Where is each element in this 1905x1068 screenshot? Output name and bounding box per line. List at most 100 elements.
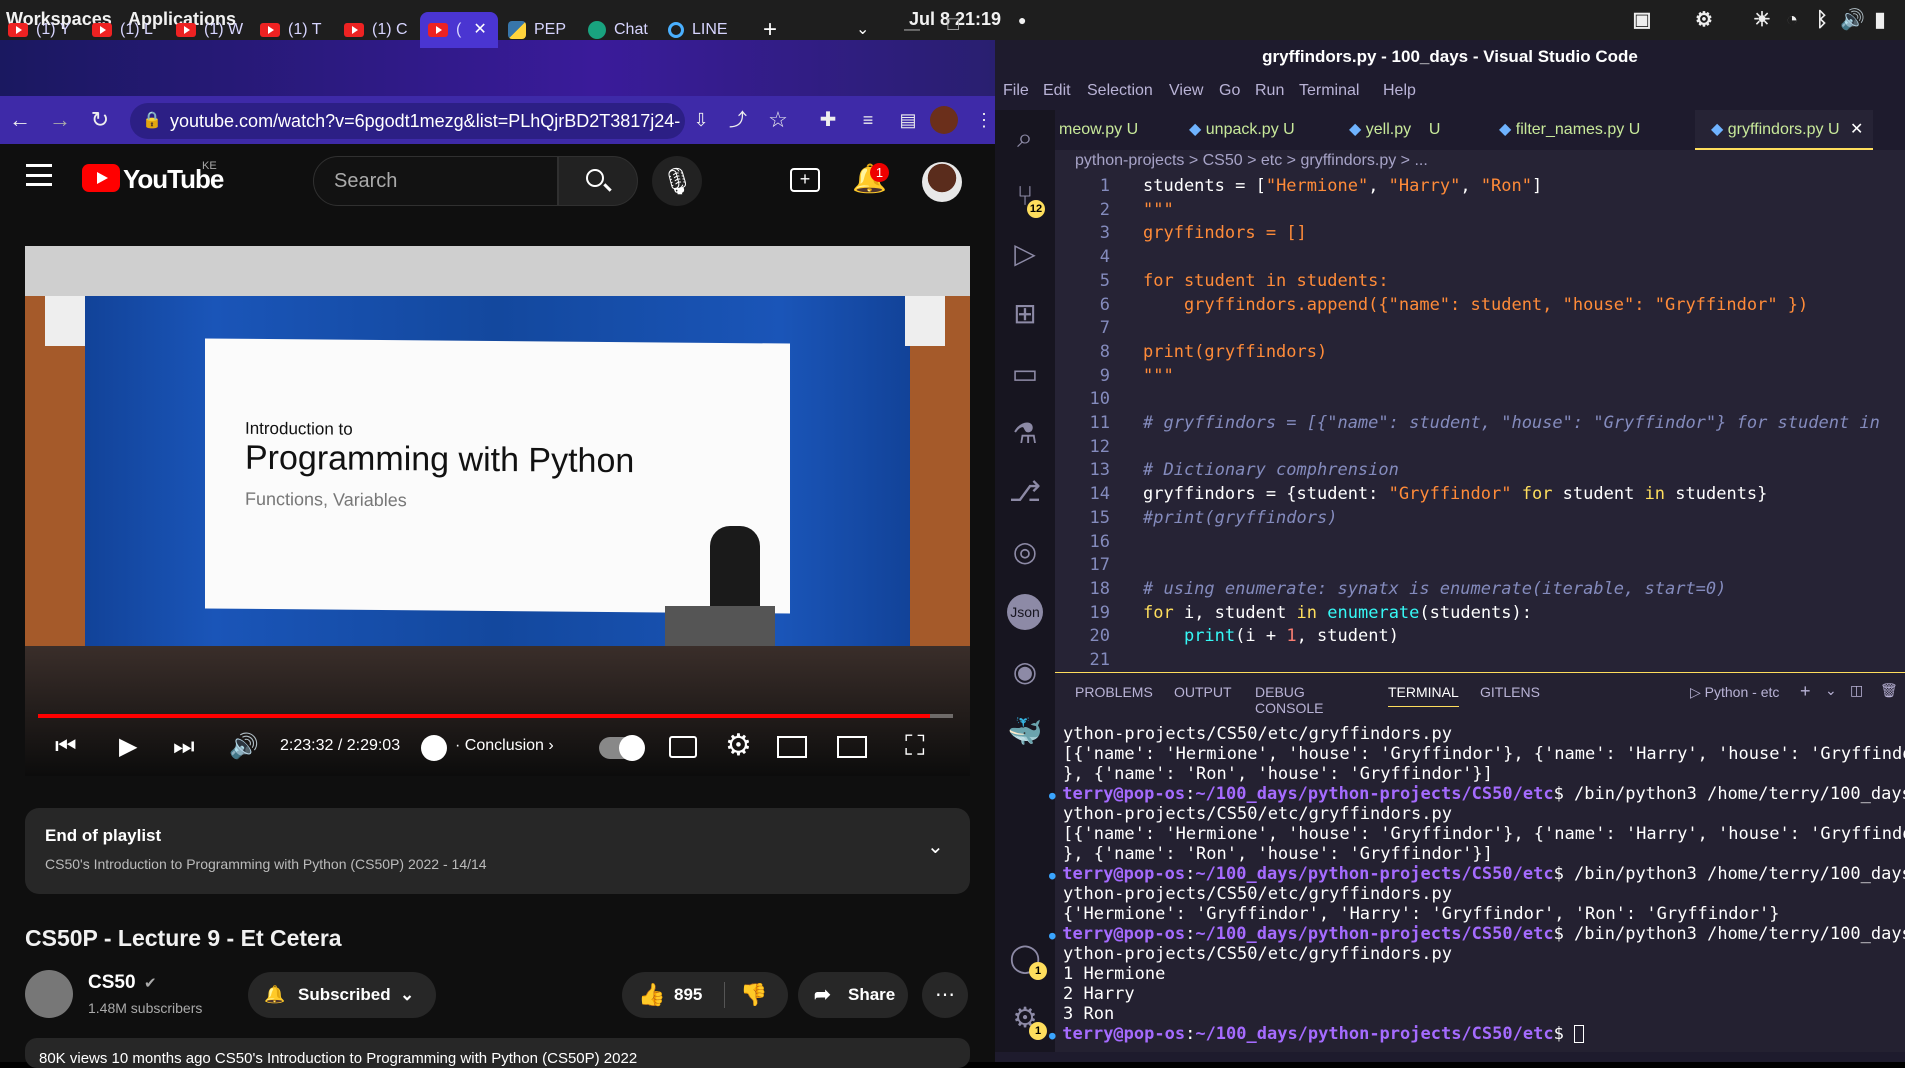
- tab-search-icon[interactable]: ⌄: [856, 12, 882, 48]
- terminal-output[interactable]: ython-projects/CS50/etc/gryffindors.py[{…: [1049, 724, 1905, 1044]
- trash-icon[interactable]: 🗑: [1880, 682, 1898, 699]
- tab-problems[interactable]: PROBLEMS: [1075, 684, 1153, 700]
- reload-icon[interactable]: ↻: [84, 104, 116, 136]
- code-line[interactable]: print(i + 1, student): [1143, 626, 1399, 646]
- menu-selection[interactable]: Selection: [1087, 82, 1153, 100]
- minimize-icon[interactable]: —: [904, 12, 928, 48]
- menu-view[interactable]: View: [1169, 82, 1203, 100]
- menu-edit[interactable]: Edit: [1043, 82, 1071, 100]
- back-icon[interactable]: ←: [4, 104, 36, 136]
- like-count[interactable]: 895: [674, 972, 702, 1018]
- close-tab-icon[interactable]: ✕: [1850, 121, 1863, 138]
- theater-mode-icon[interactable]: [837, 736, 867, 758]
- profile-avatar[interactable]: [930, 106, 958, 134]
- code-line[interactable]: # using enumerate: synatx is enumerate(i…: [1143, 579, 1726, 599]
- volume-icon[interactable]: 🔊: [229, 732, 259, 761]
- code-line[interactable]: #print(gryffindors): [1143, 508, 1337, 528]
- hamburger-menu-icon[interactable]: [26, 164, 52, 186]
- previous-icon[interactable]: ⏮: [55, 733, 77, 761]
- gitlens-icon[interactable]: ◎: [1007, 534, 1043, 570]
- browser-tab[interactable]: (1) T: [260, 12, 336, 48]
- miniplayer-icon[interactable]: [777, 736, 807, 758]
- browser-tab-active[interactable]: (✕: [420, 12, 498, 48]
- channel-avatar[interactable]: [25, 970, 73, 1018]
- code-line[interactable]: gryffindors = []: [1143, 223, 1307, 243]
- menu-go[interactable]: Go: [1219, 82, 1240, 100]
- channel-name[interactable]: CS50: [88, 972, 136, 994]
- browser-tab[interactable]: (1) L: [92, 12, 168, 48]
- tab-gitlens[interactable]: GITLENS: [1480, 684, 1540, 700]
- new-terminal-icon[interactable]: +: [1800, 681, 1811, 702]
- youtube-logo-icon[interactable]: [82, 164, 120, 192]
- video-progress-bar[interactable]: [38, 714, 953, 718]
- json-icon[interactable]: Json: [1007, 594, 1043, 630]
- battery-icon[interactable]: ▮: [1868, 8, 1892, 32]
- next-icon[interactable]: ⏭: [173, 733, 195, 761]
- editor-tab[interactable]: ◆ filter_names.py U: [1495, 110, 1675, 150]
- terminal-selector[interactable]: ▷ Python - etc: [1690, 684, 1779, 701]
- menu-file[interactable]: File: [1003, 82, 1029, 100]
- github-icon[interactable]: ◉: [1007, 654, 1043, 690]
- code-editor[interactable]: 1 students = ["Hermione", "Harry", "Ron"]…: [1055, 176, 1905, 671]
- side-panel-icon[interactable]: ▤: [892, 104, 924, 136]
- editor-tab[interactable]: meow.py U: [1055, 110, 1165, 150]
- code-line[interactable]: print(gryffindors): [1143, 342, 1327, 362]
- git-graph-icon[interactable]: ⎇: [1007, 474, 1043, 510]
- browser-tab[interactable]: (1) C: [344, 12, 420, 48]
- code-line[interactable]: for i, student in enumerate(students):: [1143, 603, 1532, 623]
- search-input[interactable]: Search: [313, 156, 558, 206]
- chevron-down-icon[interactable]: ⌄: [1825, 682, 1837, 699]
- subtitles-icon[interactable]: [669, 736, 697, 758]
- video-player[interactable]: Introduction to Programming with Python …: [25, 246, 970, 776]
- code-line[interactable]: """: [1143, 366, 1174, 386]
- wifi-icon[interactable]: ◔: [1780, 8, 1804, 32]
- extensions-icon[interactable]: ⊞: [1007, 296, 1043, 332]
- autoplay-toggle[interactable]: [599, 735, 645, 761]
- tab-terminal[interactable]: TERMINAL: [1388, 684, 1459, 707]
- microphone-icon[interactable]: 🎙: [652, 156, 702, 206]
- breadcrumb[interactable]: python-projects > CS50 > etc > gryffindo…: [1075, 152, 1428, 170]
- menu-help[interactable]: Help: [1383, 82, 1416, 100]
- maximize-icon[interactable]: ☐: [946, 8, 970, 44]
- browser-tab[interactable]: LINE: [668, 12, 738, 48]
- new-tab-button[interactable]: +: [752, 12, 788, 48]
- remote-explorer-icon[interactable]: ▭: [1007, 356, 1043, 392]
- editor-tab[interactable]: ◆ yell.py U: [1345, 110, 1475, 150]
- code-line[interactable]: # Dictionary comphrension: [1143, 460, 1399, 480]
- editor-tab[interactable]: ◆ unpack.py U: [1185, 110, 1325, 150]
- browser-tab[interactable]: (1) Y: [8, 12, 84, 48]
- play-icon[interactable]: ▶: [119, 732, 137, 761]
- create-video-icon[interactable]: +: [790, 168, 820, 192]
- settings-gear-icon[interactable]: ⚙: [1692, 8, 1716, 32]
- fullscreen-icon[interactable]: ⛶: [905, 730, 925, 763]
- volume-icon[interactable]: 🔊: [1840, 8, 1865, 32]
- subscribed-button[interactable]: 🔔 Subscribed ⌄: [248, 972, 436, 1018]
- browser-tab[interactable]: (1) W: [176, 12, 252, 48]
- brightness-icon[interactable]: ☀: [1750, 8, 1774, 32]
- screen-icon[interactable]: ▣: [1630, 8, 1654, 32]
- browser-tab[interactable]: Chat: [588, 12, 654, 48]
- testing-flask-icon[interactable]: ⚗: [1007, 416, 1043, 452]
- code-line[interactable]: gryffindors = {student: "Gryffindor" for…: [1143, 484, 1767, 504]
- playlist-panel[interactable]: End of playlist CS50's Introduction to P…: [25, 808, 970, 894]
- bluetooth-icon[interactable]: ᛒ: [1810, 8, 1834, 32]
- menu-run[interactable]: Run: [1255, 82, 1284, 100]
- like-icon[interactable]: 👍: [638, 972, 665, 1018]
- code-line[interactable]: for student in students:: [1143, 271, 1389, 291]
- code-line[interactable]: students = ["Hermione", "Harry", "Ron"]: [1143, 176, 1542, 196]
- menu-terminal[interactable]: Terminal: [1299, 82, 1359, 100]
- settings-icon[interactable]: ⚙: [725, 728, 752, 763]
- close-tab-icon[interactable]: ✕: [473, 21, 486, 38]
- address-bar[interactable]: 🔒 youtube.com/watch?v=6pgodt1mezg&list=P…: [130, 103, 685, 139]
- chapter-label[interactable]: · Conclusion ›: [455, 737, 554, 755]
- tab-debug-console[interactable]: DEBUG CONSOLE: [1255, 684, 1323, 716]
- chevron-down-icon[interactable]: ⌄: [927, 834, 944, 859]
- run-debug-icon[interactable]: ▷: [1007, 236, 1043, 272]
- share-button[interactable]: ➦ Share: [798, 972, 908, 1018]
- code-line[interactable]: # gryffindors = [{"name": student, "hous…: [1143, 413, 1880, 433]
- explorer-search-icon[interactable]: ⌕: [1007, 120, 1043, 156]
- docker-icon[interactable]: 🐳: [1007, 714, 1043, 750]
- media-queue-icon[interactable]: ≡: [852, 104, 884, 136]
- tab-output[interactable]: OUTPUT: [1174, 684, 1232, 700]
- bookmark-star-icon[interactable]: ☆: [762, 104, 794, 136]
